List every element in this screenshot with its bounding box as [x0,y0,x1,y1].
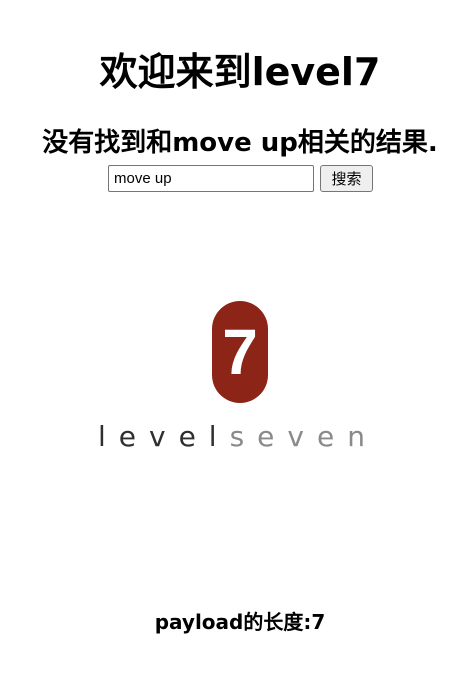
search-button[interactable]: 搜索 [320,165,373,192]
page-title: 欢迎来到level7 [99,50,381,95]
logo-badge-number: 7 [222,316,258,388]
logo-word-seven: seven [229,420,378,453]
payload-length-label: payload的长度:7 [154,610,326,634]
logo-wordmark: levelseven [98,417,378,457]
search-input[interactable] [108,165,314,192]
level-seven-logo: 7 levelseven [90,297,390,457]
logo-word-level: level [98,420,230,453]
search-result-message: 没有找到和move up相关的结果. [42,127,438,158]
